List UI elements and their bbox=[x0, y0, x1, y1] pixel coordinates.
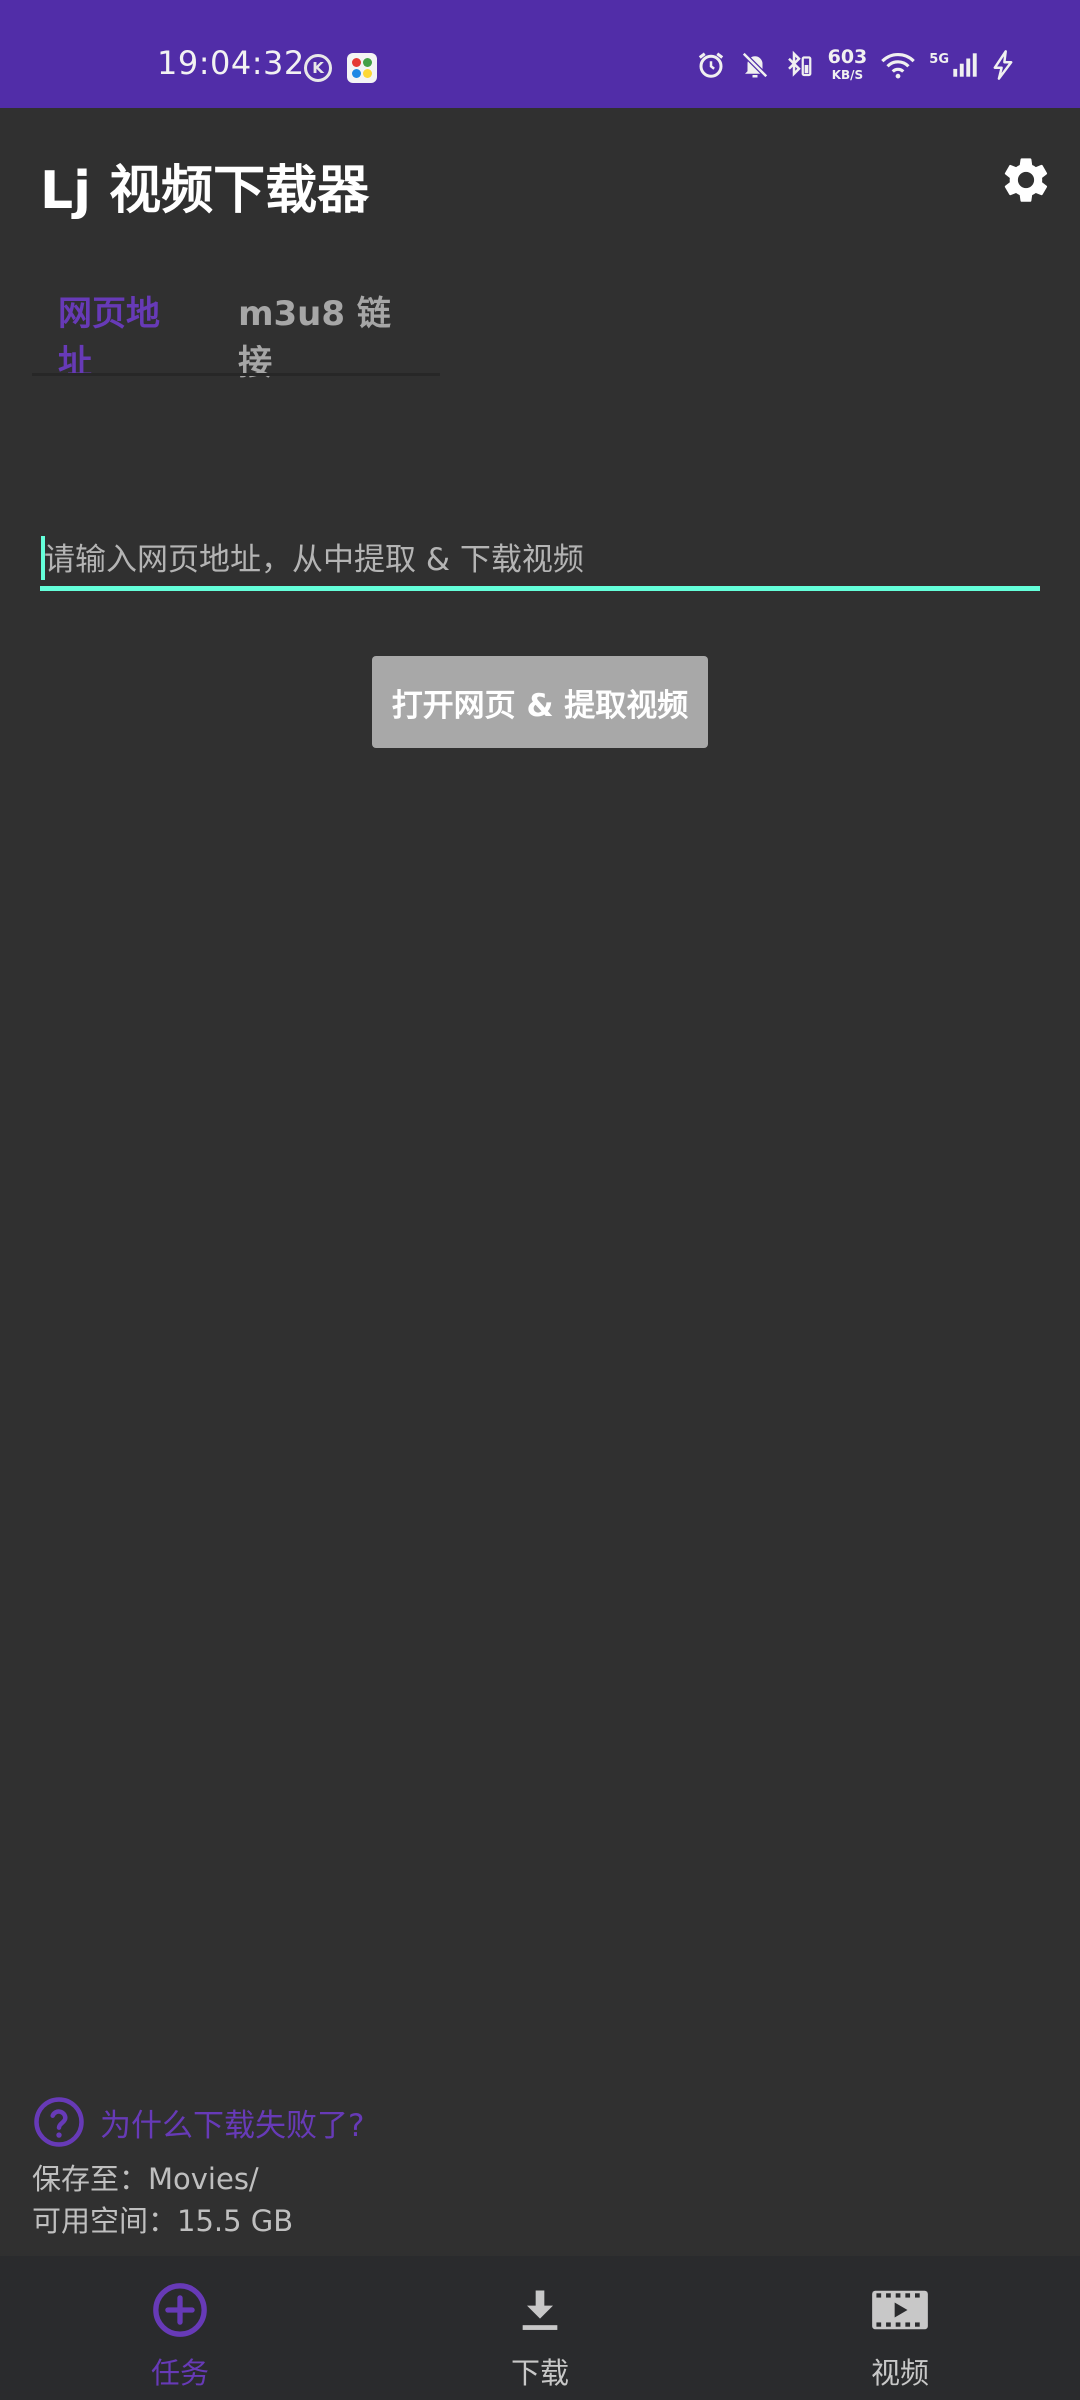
nav-label-videos: 视频 bbox=[870, 2356, 929, 2390]
app-title: Lj 视频下载器 bbox=[40, 161, 370, 221]
help-text: 为什么下载失败了? bbox=[100, 2107, 365, 2144]
gear-icon bbox=[1004, 158, 1048, 202]
k-badge-icon: K bbox=[304, 54, 332, 82]
url-field bbox=[40, 530, 1040, 592]
tab-web-url[interactable]: 网页地址 bbox=[32, 292, 212, 383]
nav-item-tasks[interactable]: 任务 bbox=[0, 2256, 360, 2400]
nav-item-downloads[interactable]: 下载 bbox=[360, 2256, 720, 2400]
nav-label-tasks: 任务 bbox=[150, 2356, 209, 2390]
charging-icon bbox=[993, 49, 1013, 80]
network-type: 5G bbox=[929, 51, 949, 67]
help-link[interactable]: 为什么下载失败了? bbox=[32, 2092, 364, 2152]
mute-icon bbox=[741, 51, 768, 78]
status-bar: 19:04:32 K 603 KB/S 5G bbox=[0, 0, 1080, 108]
tab-bar: 网页地址 m3u8 链接 bbox=[32, 292, 440, 383]
tab-m3u8-link[interactable]: m3u8 链接 bbox=[212, 292, 440, 383]
video-icon bbox=[870, 2280, 930, 2340]
net-speed: 603 KB/S bbox=[827, 46, 868, 82]
url-input[interactable] bbox=[40, 530, 1040, 590]
nav-item-videos[interactable]: 视频 bbox=[720, 2256, 1080, 2400]
status-time: 19:04:32 bbox=[157, 44, 305, 82]
open-and-extract-button[interactable]: 打开网页 & 提取视频 bbox=[372, 656, 708, 748]
bottom-navigation: 任务 下载 视频 bbox=[0, 2256, 1080, 2400]
free-space-text: 可用空间：15.5 GB bbox=[32, 2204, 294, 2238]
url-underline bbox=[40, 586, 1040, 591]
alarm-icon bbox=[698, 52, 723, 78]
settings-button[interactable] bbox=[996, 150, 1056, 210]
signal-icon bbox=[953, 52, 977, 77]
nav-label-downloads: 下载 bbox=[510, 2356, 569, 2390]
net-speed-unit: KB/S bbox=[831, 68, 864, 82]
text-cursor bbox=[41, 536, 45, 580]
wifi-icon bbox=[881, 52, 916, 78]
signal-5g: 5G bbox=[929, 52, 978, 78]
status-icons: 603 KB/S 5G bbox=[696, 48, 1014, 81]
tab-divider bbox=[32, 373, 440, 376]
question-circle-icon bbox=[34, 2097, 84, 2147]
bluetooth-battery-icon bbox=[787, 50, 811, 77]
net-speed-value: 603 bbox=[827, 46, 868, 68]
add-circle-icon bbox=[150, 2280, 210, 2340]
app-notification-icon bbox=[347, 53, 377, 83]
download-icon bbox=[510, 2280, 570, 2340]
save-path-text: 保存至：Movies/ bbox=[32, 2162, 259, 2196]
